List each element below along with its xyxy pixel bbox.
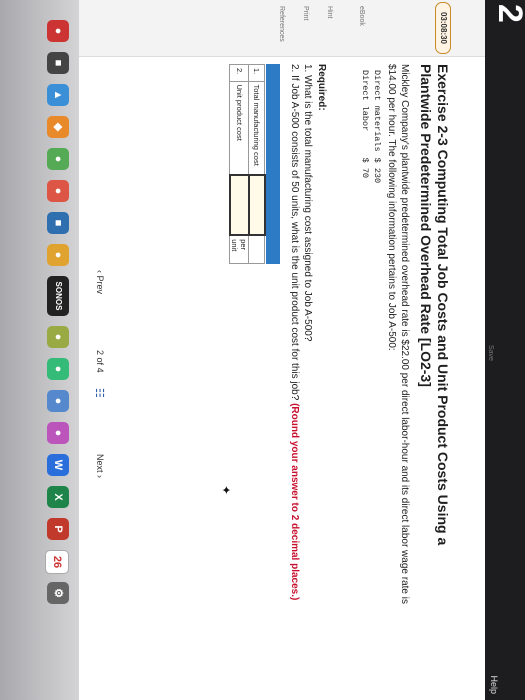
excel-icon[interactable]: X [47,486,69,508]
app-icon[interactable]: ● [47,148,69,170]
page-of: of [95,357,105,366]
exercise-intro: Mickley Company's plantwide predetermine… [386,64,410,604]
app-icon[interactable]: ● [47,358,69,380]
powerpoint-icon[interactable]: P [47,518,69,540]
answer-table: 1. Total manufacturing cost 2. Unit prod… [229,64,280,264]
app-icon[interactable]: ■ [47,52,69,74]
page-indicator[interactable]: 2 of 4 [95,350,105,373]
help-link[interactable]: Help [489,675,499,694]
calendar-icon[interactable]: 26 [45,550,69,574]
word-icon[interactable]: W [47,454,69,476]
unit-product-cost-input[interactable] [230,174,249,236]
next-label: Next [95,454,105,473]
chevron-left-icon: ‹ [95,270,105,273]
chevron-right-icon: › [95,475,105,479]
rounding-note: (Round your answer to 2 decimal places.) [289,403,300,601]
app-icon[interactable]: ● [47,326,69,348]
question-number: 2 [490,4,525,23]
row-label: Unit product cost [230,81,249,175]
grid-icon[interactable]: ☷ [93,388,106,398]
total-manufacturing-cost-input[interactable] [249,174,265,236]
mac-dock: ● ■ ▲ ◆ ● ● ■ ● SONOS ● ● ● ● W X P 26 ⚙ [0,0,79,700]
sidebar-item-hint[interactable]: Hint [326,6,333,18]
table-row: Direct labor $ 70 [359,70,371,189]
table-row: 2. Unit product cost per unit [230,64,249,264]
question-content: Exercise 2-3 Computing Total Job Costs a… [79,64,485,684]
sonos-icon[interactable]: SONOS [47,276,69,316]
sidebar-item-print[interactable]: Print [302,6,309,20]
app-icon[interactable]: ● [47,244,69,266]
app-icon[interactable]: ◆ [47,116,69,138]
mouse-cursor-icon: ✦ [219,485,233,496]
sidebar-item-references[interactable]: References [278,6,285,42]
app-icon[interactable]: ■ [47,212,69,234]
save-label[interactable]: Save [487,345,494,361]
table-row: 1. Total manufacturing cost [249,64,265,264]
timer-badge: 03:08:30 [435,2,451,54]
prev-button[interactable]: ‹ Prev [95,270,105,294]
required-item-2-text: 2. If Job A-500 consists of 50 units, wh… [289,64,300,401]
total-pages: 4 [95,367,105,373]
exercise-title: Exercise 2-3 Computing Total Job Costs a… [418,64,451,546]
row-label: Total manufacturing cost [249,81,265,175]
job-cost-table: Direct materials $ 230 Direct labor $ 70 [359,70,383,189]
table-row: Direct materials $ 230 [371,70,383,189]
rotated-screen: 2 Save Help 03:08:30 eBook Hint Print Re… [0,0,525,700]
answer-table-header [266,64,280,264]
required-item-1: 1. What is the total manufacturing cost … [302,64,313,342]
row-number: 1. [249,64,265,82]
app-icon[interactable]: ● [47,20,69,42]
prev-label: Prev [95,275,105,295]
app-icon[interactable]: ● [47,422,69,444]
cost-value: $ 70 [360,157,370,179]
left-sidebar: 03:08:30 eBook Hint Print References [79,0,485,57]
row-unit [249,235,265,264]
row-unit: per unit [230,235,249,264]
required-heading: Required: [316,64,327,111]
app-icon[interactable]: ● [47,390,69,412]
cost-label: Direct labor [360,70,370,132]
app-icon[interactable]: ▲ [47,84,69,106]
settings-icon[interactable]: ⚙ [47,582,69,604]
current-page: 2 [95,350,105,356]
cost-value: $ 230 [372,157,382,184]
app-icon[interactable]: ● [47,180,69,202]
required-item-2: 2. If Job A-500 consists of 50 units, wh… [289,64,300,664]
sidebar-item-ebook[interactable]: eBook [358,6,365,26]
cost-label: Direct materials [372,70,382,152]
row-number: 2. [230,64,249,82]
top-bar: 2 Save Help [485,0,525,700]
next-button[interactable]: Next › [95,454,105,478]
